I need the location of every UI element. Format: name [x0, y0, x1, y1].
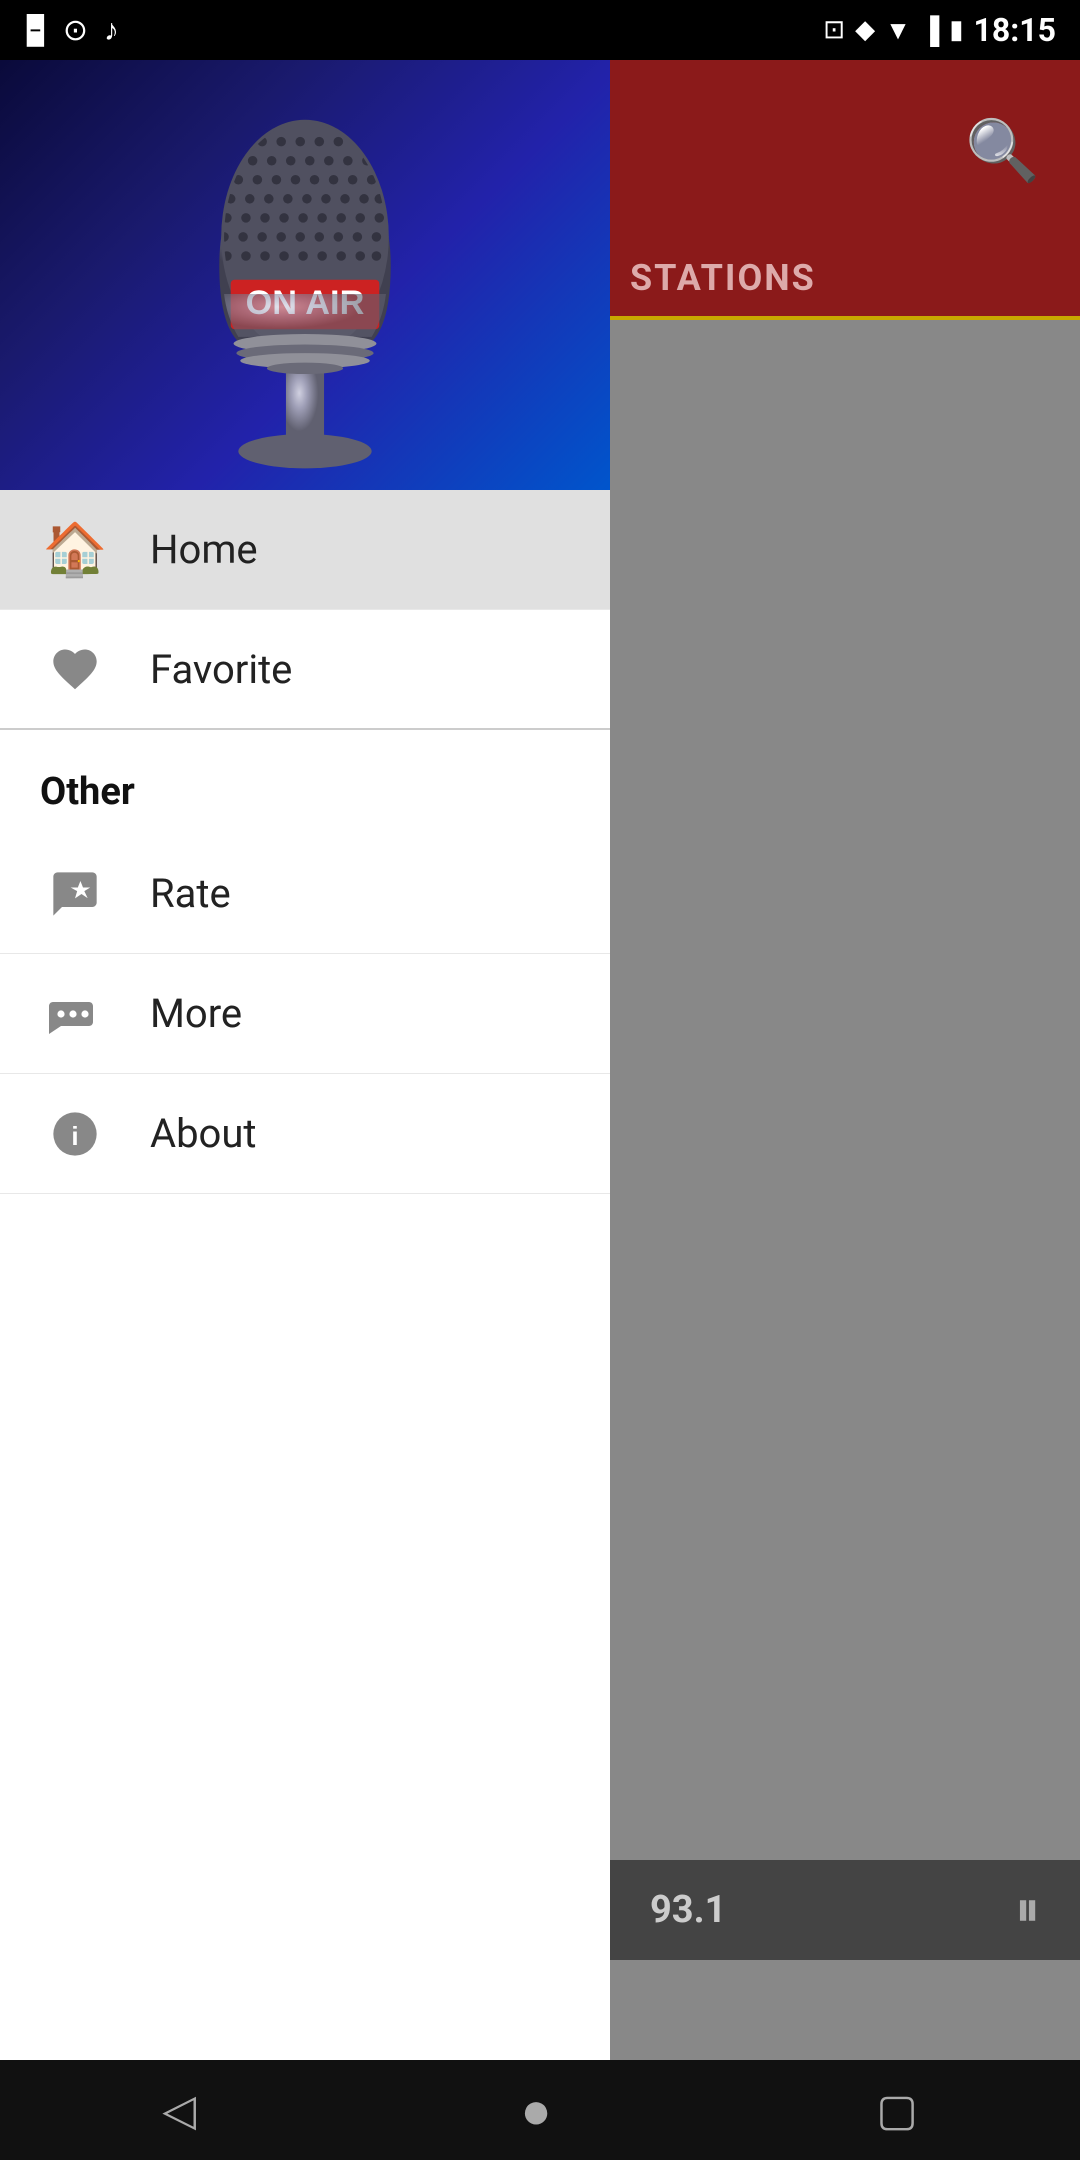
rate-icon	[49, 868, 101, 920]
rate-label: Rate	[150, 870, 231, 917]
signal-icon: ▐	[921, 15, 939, 46]
right-panel: 🔍 STATIONS 93.1 ⏸	[610, 60, 1080, 2060]
more-icon-container	[40, 979, 110, 1049]
main-container: ON AIR 🏠 Home	[0, 60, 1080, 2060]
status-bar: 🁢 ⊙ ♪ ⊡ ◆ ▼ ▐ ▮ 18:15	[0, 0, 1080, 60]
microphone-svg: ON AIR	[115, 75, 495, 475]
stations-label: STATIONS	[630, 257, 816, 299]
nav-item-favorite[interactable]: Favorite	[0, 610, 610, 730]
right-panel-subheader: STATIONS	[610, 240, 1080, 320]
back-button[interactable]: ◁	[162, 2084, 196, 2136]
info-icon: i	[49, 1108, 101, 1160]
favorite-label: Favorite	[150, 646, 292, 693]
player-station-label: 93.1	[650, 1888, 726, 1932]
heart-icon	[49, 643, 101, 695]
status-time: 18:15	[974, 11, 1056, 49]
more-label: More	[150, 990, 242, 1037]
wifi-icon: ▼	[885, 15, 911, 46]
svg-text:i: i	[71, 1120, 78, 1150]
status-bar-left: 🁢 ⊙ ♪	[24, 13, 119, 48]
status-bar-right: ⊡ ◆ ▼ ▐ ▮ 18:15	[823, 11, 1056, 49]
more-icon	[45, 988, 105, 1040]
heart-icon-container	[40, 634, 110, 704]
camera-icon: ⊙	[63, 13, 88, 48]
pause-button[interactable]: ⏸	[1015, 1881, 1040, 1939]
player-bar: 93.1 ⏸	[610, 1860, 1080, 1960]
nav-item-more[interactable]: More	[0, 954, 610, 1074]
drawer-header-image: ON AIR	[0, 60, 610, 490]
about-label: About	[150, 1110, 257, 1157]
home-button[interactable]: ●	[520, 2080, 551, 2141]
microphone-container: ON AIR	[0, 60, 610, 490]
search-icon[interactable]: 🔍	[965, 115, 1040, 186]
section-header-other: Other	[0, 730, 610, 834]
rate-icon-container	[40, 859, 110, 929]
home-icon-container: 🏠	[40, 515, 110, 585]
nav-item-home[interactable]: 🏠 Home	[0, 490, 610, 610]
drawer: ON AIR 🏠 Home	[0, 60, 610, 2060]
recent-button[interactable]: ▢	[876, 2084, 918, 2136]
right-panel-header: 🔍	[610, 60, 1080, 240]
cast-icon: ⊡	[823, 15, 845, 45]
music-icon: ♪	[104, 13, 119, 48]
right-panel-body	[610, 320, 1080, 2060]
arrow-icon: ◆	[855, 15, 875, 45]
nav-item-rate[interactable]: Rate	[0, 834, 610, 954]
info-icon-container: i	[40, 1099, 110, 1169]
home-label: Home	[150, 526, 258, 573]
nav-item-about[interactable]: i About	[0, 1074, 610, 1194]
user-icon: 🁢	[24, 14, 47, 47]
home-icon: 🏠	[43, 519, 108, 580]
bottom-nav: ◁ ● ▢	[0, 2060, 1080, 2160]
battery-icon: ▮	[949, 15, 963, 45]
